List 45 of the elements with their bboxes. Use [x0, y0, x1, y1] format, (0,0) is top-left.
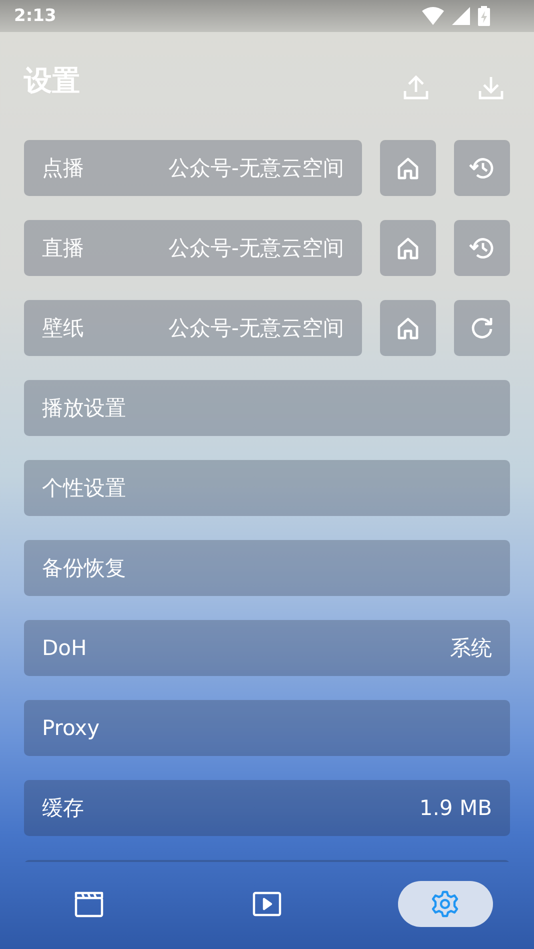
history-icon: [469, 235, 495, 261]
settings-icon: [430, 890, 460, 918]
home-button[interactable]: [380, 220, 436, 276]
wifi-icon: [422, 7, 444, 25]
row-label: 点播: [42, 155, 84, 182]
row-label: 备份恢复: [42, 555, 126, 582]
home-icon: [395, 235, 421, 261]
row-value: 公众号-无意云空间: [168, 235, 344, 262]
battery-icon: [478, 6, 490, 26]
row-label: 缓存: [42, 795, 84, 822]
history-button[interactable]: [454, 220, 510, 276]
history-button[interactable]: [454, 140, 510, 196]
home-icon: [395, 155, 421, 181]
row-value: 公众号-无意云空间: [168, 155, 344, 182]
signal-icon: [452, 7, 470, 25]
row-label: DoH: [42, 636, 87, 660]
home-icon: [395, 315, 421, 341]
source-row[interactable]: 点播 公众号-无意云空间: [24, 140, 362, 196]
refresh-icon: [469, 315, 495, 341]
row-value: 公众号-无意云空间: [168, 315, 344, 342]
row-label: 壁纸: [42, 315, 84, 342]
settings-row[interactable]: 播放设置: [24, 380, 510, 436]
home-button[interactable]: [380, 140, 436, 196]
row-label: Proxy: [42, 716, 100, 740]
row-value: 1.9 MB: [419, 796, 492, 820]
download-icon[interactable]: [478, 74, 504, 100]
nav-tab[interactable]: [398, 880, 492, 926]
row-value: 系统: [450, 635, 492, 662]
refresh-button[interactable]: [454, 300, 510, 356]
settings-row[interactable]: 缓存 1.9 MB: [24, 780, 510, 836]
home-button[interactable]: [380, 300, 436, 356]
settings-row[interactable]: DoH 系统: [24, 620, 510, 676]
history-icon: [469, 155, 495, 181]
row-label: 直播: [42, 235, 84, 262]
status-time: 2:13: [14, 6, 56, 26]
settings-row[interactable]: Proxy: [24, 700, 510, 756]
clapperboard-icon: [74, 890, 104, 918]
settings-row[interactable]: 备份恢复: [24, 540, 510, 596]
source-row[interactable]: 壁纸 公众号-无意云空间: [24, 300, 362, 356]
settings-row[interactable]: 个性设置: [24, 460, 510, 516]
row-label: 播放设置: [42, 395, 126, 422]
source-row[interactable]: 直播 公众号-无意云空间: [24, 220, 362, 276]
play-icon: [252, 890, 282, 918]
row-label: 个性设置: [42, 475, 126, 502]
upload-icon[interactable]: [403, 74, 429, 100]
